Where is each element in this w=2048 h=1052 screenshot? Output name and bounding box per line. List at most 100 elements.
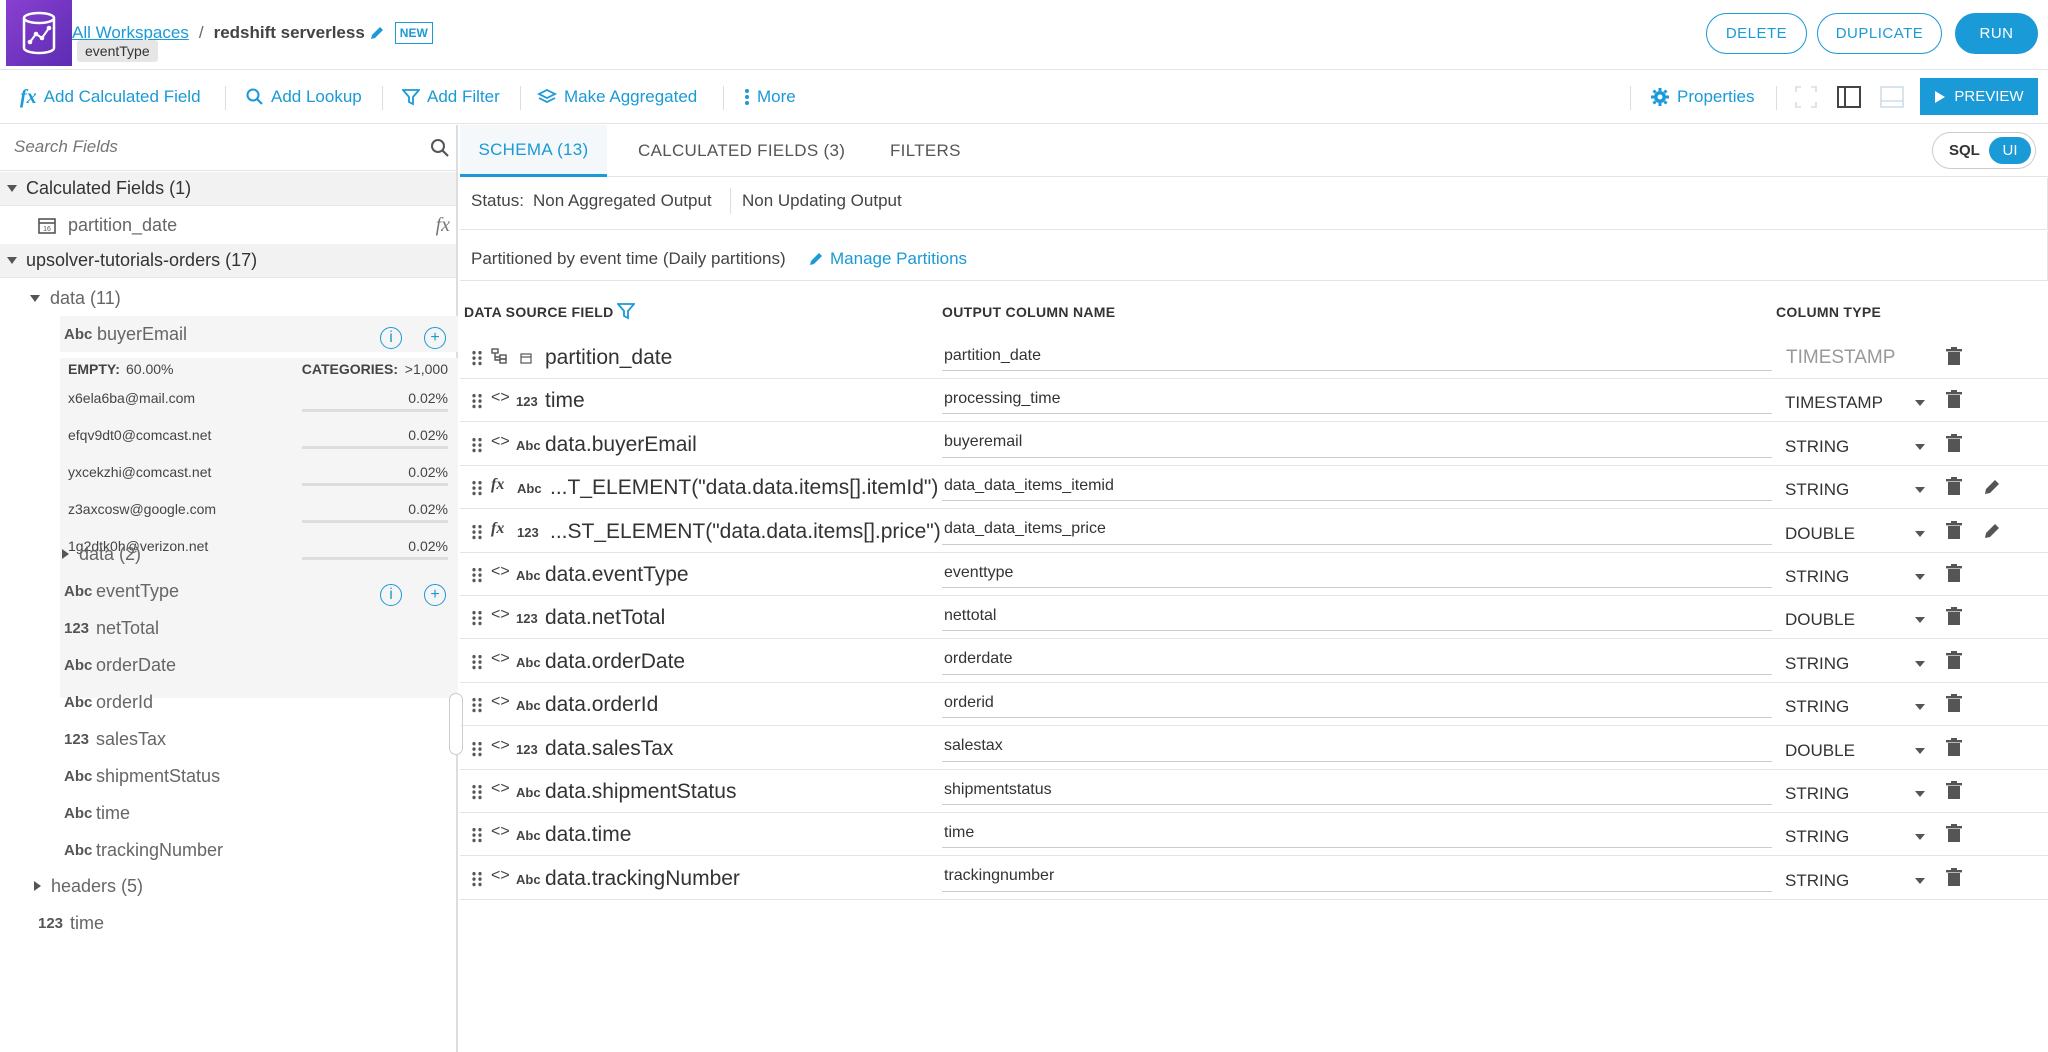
chevron-down-icon[interactable] xyxy=(1915,791,1925,797)
trash-icon[interactable] xyxy=(1946,390,1962,409)
make-aggregated-button[interactable]: Make Aggregated xyxy=(537,70,697,124)
trash-icon[interactable] xyxy=(1946,564,1962,583)
headers-group[interactable]: headers (5) xyxy=(34,868,143,904)
output-column-input[interactable] xyxy=(942,644,1772,675)
column-type-select[interactable]: DOUBLE xyxy=(1785,741,1855,761)
chevron-down-icon[interactable] xyxy=(1915,617,1925,624)
bottom-panel-icon[interactable] xyxy=(1880,86,1904,108)
search-input[interactable] xyxy=(14,137,414,157)
output-column-input[interactable] xyxy=(942,427,1772,458)
output-column-input[interactable] xyxy=(942,601,1772,632)
info-icon[interactable]: i xyxy=(380,327,402,349)
column-type-select[interactable]: TIMESTAMP xyxy=(1785,393,1883,413)
calculated-fields-section[interactable]: Calculated Fields (1) xyxy=(0,172,456,206)
column-type-select[interactable]: DOUBLE xyxy=(1785,524,1855,544)
chevron-down-icon[interactable] xyxy=(1915,660,1925,667)
column-type-select[interactable]: STRING xyxy=(1785,784,1849,804)
ui-option[interactable]: UI xyxy=(1989,137,2031,164)
search-icon[interactable] xyxy=(430,138,450,158)
add-calculated-field-button[interactable]: fx Add Calculated Field xyxy=(20,70,201,124)
trash-icon[interactable] xyxy=(1946,607,1962,626)
chevron-down-icon[interactable] xyxy=(1915,400,1925,407)
output-column-input[interactable] xyxy=(942,775,1772,805)
column-type-select[interactable]: STRING xyxy=(1785,697,1849,717)
add-filter-button[interactable]: Add Filter xyxy=(402,70,500,124)
edit-icon[interactable] xyxy=(1983,522,2001,540)
data-group[interactable]: data (11) xyxy=(30,280,121,316)
manage-partitions-link[interactable]: Manage Partitions xyxy=(808,249,967,269)
drag-handle-icon[interactable] xyxy=(471,393,483,410)
chevron-down-icon[interactable] xyxy=(1915,834,1925,841)
drag-handle-icon[interactable] xyxy=(471,784,483,800)
tab-calculated-fields[interactable]: CALCULATED FIELDS (3) xyxy=(638,125,845,177)
drag-handle-icon[interactable] xyxy=(471,480,483,497)
column-type-select[interactable]: STRING xyxy=(1785,567,1849,587)
properties-button[interactable]: Properties xyxy=(1650,70,1754,124)
field-shipment-status[interactable]: Abc shipmentStatus xyxy=(64,758,220,794)
chevron-down-icon[interactable] xyxy=(1915,574,1925,580)
trash-icon[interactable] xyxy=(1946,737,1962,757)
sql-option[interactable]: SQL xyxy=(1949,142,1980,159)
chevron-down-icon[interactable] xyxy=(1915,487,1925,494)
chevron-down-icon[interactable] xyxy=(1915,530,1925,537)
trash-icon[interactable] xyxy=(1946,824,1962,843)
trash-icon[interactable] xyxy=(1946,520,1962,540)
drag-handle-icon[interactable] xyxy=(471,653,483,670)
more-button[interactable]: More xyxy=(744,70,796,124)
output-column-input[interactable] xyxy=(942,731,1772,762)
add-icon[interactable]: + xyxy=(424,584,446,606)
field-root-time[interactable]: 123 time xyxy=(38,905,104,941)
drag-handle-icon[interactable] xyxy=(471,567,483,583)
trash-icon[interactable] xyxy=(1946,867,1962,887)
output-column-input[interactable] xyxy=(942,688,1772,719)
output-column-input[interactable] xyxy=(942,384,1772,415)
tab-filters[interactable]: FILTERS xyxy=(890,125,961,177)
chevron-down-icon[interactable] xyxy=(1915,704,1925,711)
add-icon[interactable]: + xyxy=(424,327,446,349)
fullscreen-icon[interactable] xyxy=(1795,86,1817,108)
run-button[interactable]: RUN xyxy=(1955,13,2038,54)
column-type-select[interactable]: DOUBLE xyxy=(1785,610,1855,630)
trash-icon[interactable] xyxy=(1946,477,1962,496)
field-net-total[interactable]: 123 netTotal xyxy=(64,610,159,646)
output-column-input[interactable] xyxy=(942,861,1772,892)
pencil-icon[interactable] xyxy=(369,25,385,41)
chevron-down-icon[interactable] xyxy=(1915,747,1925,754)
output-column-input[interactable] xyxy=(942,818,1772,849)
column-type-select[interactable]: STRING xyxy=(1785,827,1849,847)
app-logo[interactable] xyxy=(6,0,72,66)
sidebar-layout-icon[interactable] xyxy=(1837,86,1861,108)
trash-icon[interactable] xyxy=(1946,347,1962,366)
delete-button[interactable]: DELETE xyxy=(1706,13,1807,54)
tab-schema[interactable]: SCHEMA (13) xyxy=(460,125,607,177)
trash-icon[interactable] xyxy=(1946,694,1962,713)
output-column-input[interactable] xyxy=(942,341,1772,371)
column-type-select[interactable]: STRING xyxy=(1785,871,1849,891)
sql-ui-toggle[interactable]: SQL UI xyxy=(1932,132,2036,169)
trash-icon[interactable] xyxy=(1946,650,1962,670)
output-column-input[interactable] xyxy=(942,471,1772,502)
add-lookup-button[interactable]: Add Lookup xyxy=(246,70,362,124)
drag-handle-icon[interactable] xyxy=(471,523,483,540)
source-section[interactable]: upsolver-tutorials-orders (17) xyxy=(0,244,456,278)
drag-handle-icon[interactable] xyxy=(471,610,483,627)
field-sales-tax[interactable]: 123 salesTax xyxy=(64,721,166,757)
column-type-select[interactable]: STRING xyxy=(1785,437,1849,457)
drag-handle-icon[interactable] xyxy=(471,697,483,714)
trash-icon[interactable] xyxy=(1946,781,1962,800)
chevron-down-icon[interactable] xyxy=(1915,877,1925,884)
field-order-date[interactable]: Abc orderDate xyxy=(64,647,176,683)
chevron-down-icon[interactable] xyxy=(1915,443,1925,450)
column-type-select[interactable]: STRING xyxy=(1785,654,1849,674)
drag-handle-icon[interactable] xyxy=(471,436,483,453)
field-time[interactable]: Abc time xyxy=(64,795,130,831)
info-icon[interactable]: i xyxy=(380,584,402,606)
field-tracking-number[interactable]: Abc trackingNumber xyxy=(64,832,223,868)
column-type-select[interactable]: STRING xyxy=(1785,480,1849,500)
filter-icon[interactable] xyxy=(617,302,635,320)
duplicate-button[interactable]: DUPLICATE xyxy=(1817,13,1942,54)
preview-button[interactable]: PREVIEW xyxy=(1920,78,2038,115)
output-column-input[interactable] xyxy=(942,558,1772,588)
output-column-input[interactable] xyxy=(942,514,1772,545)
drag-handle-icon[interactable] xyxy=(471,740,483,757)
